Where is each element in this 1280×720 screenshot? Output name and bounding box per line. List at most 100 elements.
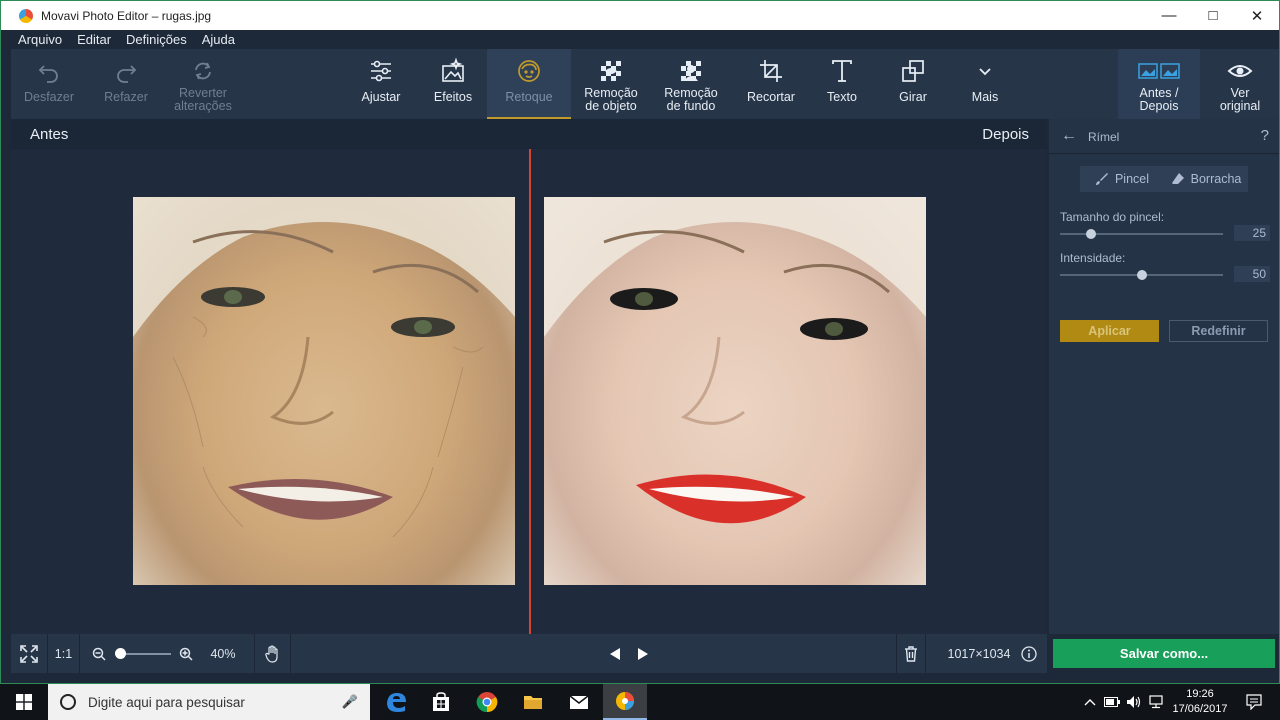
taskbar-movavi[interactable] — [603, 684, 647, 720]
adjust-button[interactable]: Ajustar — [347, 49, 415, 119]
intensity-value[interactable]: 50 — [1234, 266, 1270, 282]
taskbar-search-placeholder: Digite aqui para pesquisar — [88, 694, 245, 710]
panel-header: ← Rímel ? — [1049, 119, 1279, 153]
zoom-in-button[interactable] — [176, 634, 196, 673]
revert-icon — [195, 62, 211, 80]
brush-size-slider[interactable] — [1060, 229, 1223, 239]
face-icon — [518, 60, 540, 82]
taskbar-chrome[interactable] — [465, 684, 509, 720]
separator — [925, 634, 926, 673]
before-after-button[interactable]: Antes / Depois — [1118, 49, 1200, 119]
mail-icon — [569, 695, 589, 709]
taskbar-mail[interactable] — [557, 684, 601, 720]
eraser-mode-label: Borracha — [1190, 172, 1242, 186]
menu-definicoes[interactable]: Definições — [126, 32, 187, 47]
brush-icon — [1095, 173, 1108, 185]
tray-overflow-button[interactable] — [1080, 684, 1100, 720]
brush-mode-label: Pincel — [1114, 172, 1150, 186]
window-controls: — □ ✕ — [1147, 1, 1279, 30]
effects-icon — [442, 57, 464, 82]
brush-mode-button[interactable]: Pincel — [1080, 166, 1164, 192]
zoom-level: 40% — [210, 646, 236, 661]
apply-button[interactable]: Aplicar — [1060, 320, 1159, 342]
reset-button[interactable]: Redefinir — [1169, 320, 1268, 342]
retouch-button[interactable]: Retoque — [487, 49, 571, 119]
compare-header: Antes Depois — [11, 119, 1047, 149]
rotate-icon — [902, 60, 924, 82]
revert-label: Reverter alterações — [174, 87, 232, 113]
fullscreen-button[interactable] — [11, 634, 47, 673]
action-center-button[interactable] — [1241, 684, 1267, 720]
background-removal-label-line1: Remoção — [664, 86, 718, 100]
revert-button[interactable]: Reverter alterações — [167, 49, 239, 119]
actual-size-button[interactable]: 1:1 — [48, 634, 79, 673]
redo-label: Refazer — [104, 90, 148, 104]
crop-icon — [760, 60, 782, 82]
minimize-icon[interactable]: — — [1147, 1, 1191, 30]
brush-size-value[interactable]: 25 — [1234, 225, 1270, 241]
image-canvas[interactable] — [11, 149, 1047, 634]
split-divider[interactable] — [529, 149, 531, 634]
info-icon — [1021, 645, 1037, 662]
text-button[interactable]: Texto — [809, 49, 875, 119]
next-image-button[interactable] — [632, 634, 654, 673]
fullscreen-icon — [20, 644, 38, 663]
before-photo — [133, 197, 515, 585]
redo-button[interactable]: Refazer — [91, 49, 161, 119]
object-removal-button[interactable]: Remoção de objeto — [575, 49, 647, 119]
separator — [290, 634, 291, 673]
app-window: Movavi Photo Editor – rugas.jpg — □ ✕ Ar… — [0, 0, 1280, 684]
before-after-label-line1: Antes / — [1139, 86, 1179, 100]
microphone-icon[interactable]: 🎤 — [342, 694, 358, 710]
taskbar-file-explorer[interactable] — [511, 684, 555, 720]
before-after-label: Antes / Depois — [1140, 87, 1179, 113]
more-label: Mais — [971, 90, 999, 104]
view-original-button[interactable]: Ver original — [1205, 49, 1275, 119]
menu-editar[interactable]: Editar — [77, 32, 111, 47]
movavi-app-icon — [616, 692, 634, 710]
delete-button[interactable] — [897, 634, 925, 673]
help-icon[interactable]: ? — [1261, 127, 1269, 144]
previous-image-button[interactable] — [604, 634, 626, 673]
crop-label: Recortar — [747, 90, 795, 104]
intensity-slider-knob[interactable] — [1136, 270, 1147, 280]
zoom-slider-knob[interactable] — [115, 648, 126, 659]
view-original-label: Ver original — [1220, 87, 1260, 113]
intensity-slider[interactable] — [1060, 270, 1223, 280]
zoom-slider[interactable] — [121, 653, 171, 655]
zoom-out-button[interactable] — [89, 634, 109, 673]
chevron-up-icon — [1084, 699, 1096, 706]
retouch-panel: ← Rímel ? Pincel Borracha Tamanho do pin… — [1049, 119, 1279, 634]
more-button[interactable]: Mais — [957, 49, 1013, 119]
taskbar-edge[interactable] — [374, 684, 418, 720]
taskbar-store[interactable] — [419, 684, 463, 720]
taskbar-clock[interactable]: 19:26 17/06/2017 — [1165, 687, 1235, 717]
cortana-icon — [60, 694, 76, 710]
revert-label-line2: alterações — [174, 99, 232, 113]
save-as-button[interactable]: Salvar como... — [1053, 639, 1275, 668]
title-bar: Movavi Photo Editor – rugas.jpg — □ ✕ — [1, 1, 1279, 30]
undo-icon — [38, 65, 58, 83]
network-tray[interactable] — [1145, 684, 1167, 720]
effects-button[interactable]: Efeitos — [419, 49, 487, 119]
image-info-button[interactable] — [1019, 634, 1039, 673]
folder-icon — [524, 696, 542, 709]
rotate-button[interactable]: Girar — [879, 49, 947, 119]
battery-tray[interactable] — [1101, 684, 1123, 720]
background-removal-button[interactable]: Remoção de fundo — [655, 49, 727, 119]
menu-ajuda[interactable]: Ajuda — [202, 32, 235, 47]
close-icon[interactable]: ✕ — [1235, 1, 1279, 30]
back-arrow-icon[interactable]: ← — [1061, 127, 1077, 145]
zoom-out-icon — [92, 647, 106, 661]
volume-tray[interactable] — [1123, 684, 1145, 720]
eraser-mode-button[interactable]: Borracha — [1164, 166, 1248, 192]
crop-button[interactable]: Recortar — [737, 49, 805, 119]
menu-arquivo[interactable]: Arquivo — [18, 32, 62, 47]
maximize-icon[interactable]: □ — [1191, 1, 1235, 30]
brush-mode-switch: Pincel Borracha — [1080, 166, 1248, 192]
brush-size-slider-knob[interactable] — [1085, 229, 1096, 239]
hand-tool-button[interactable] — [255, 634, 290, 673]
undo-button[interactable]: Desfazer — [15, 49, 83, 119]
start-button[interactable] — [0, 684, 48, 720]
taskbar-search-box[interactable]: Digite aqui para pesquisar 🎤 — [48, 684, 370, 720]
